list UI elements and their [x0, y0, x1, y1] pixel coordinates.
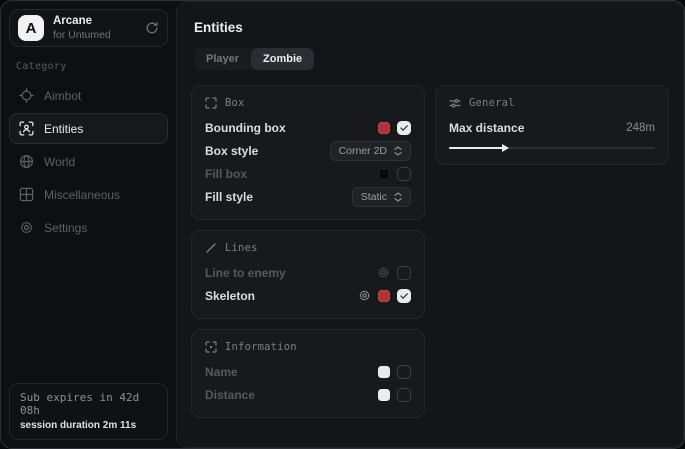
- grid-icon: [19, 187, 34, 202]
- setting-row: Fill style Static: [205, 185, 411, 208]
- setting-row: Skeleton: [205, 284, 411, 307]
- sidebar-nav: Aimbot Entities World: [9, 80, 168, 243]
- checkbox[interactable]: [397, 121, 411, 135]
- setting-row: Max distance 248m: [449, 116, 655, 139]
- sidebar-item-label: Aimbot: [44, 89, 81, 103]
- sidebar-item-settings[interactable]: Settings: [9, 212, 168, 243]
- scan-icon: [205, 341, 217, 353]
- fill-style-dropdown[interactable]: Static: [352, 187, 411, 207]
- card-title: Information: [225, 341, 297, 353]
- app-logo: A: [18, 15, 44, 41]
- chevron-up-down-icon: [394, 192, 402, 202]
- app-logo-card: A Arcane for Untumed: [9, 9, 168, 47]
- setting-label: Line to enemy: [205, 266, 286, 280]
- main-panel: Entities Player Zombie Box: [176, 1, 684, 448]
- sidebar-item-world[interactable]: World: [9, 146, 168, 177]
- gear-icon: [19, 220, 34, 235]
- dropdown-value: Corner 2D: [339, 145, 387, 157]
- sidebar-item-aimbot[interactable]: Aimbot: [9, 80, 168, 111]
- setting-row: Distance: [205, 383, 411, 406]
- checkbox[interactable]: [397, 388, 411, 402]
- sidebar-item-label: World: [44, 155, 75, 169]
- entities-icon: [19, 121, 34, 136]
- sidebar-item-entities[interactable]: Entities: [9, 113, 168, 144]
- checkbox[interactable]: [397, 289, 411, 303]
- general-card: General Max distance 248m: [435, 85, 669, 165]
- sidebar-item-miscellaneous[interactable]: Miscellaneous: [9, 179, 168, 210]
- setting-label: Distance: [205, 388, 255, 402]
- session-duration-text: session duration 2m 11s: [20, 420, 157, 431]
- color-swatch[interactable]: [378, 122, 390, 134]
- card-title: Box: [225, 97, 245, 109]
- sub-expires-text: Sub expires in 42d 08h: [20, 391, 157, 417]
- chevron-up-down-icon: [394, 146, 402, 156]
- max-distance-slider[interactable]: [449, 143, 655, 153]
- row-settings-gear-icon[interactable]: [377, 266, 390, 279]
- card-title: General: [469, 97, 515, 109]
- setting-label: Bounding box: [205, 121, 286, 135]
- setting-label: Max distance: [449, 121, 524, 135]
- setting-row: Line to enemy: [205, 261, 411, 284]
- sliders-icon: [449, 97, 461, 109]
- dropdown-value: Static: [361, 191, 387, 203]
- globe-icon: [19, 154, 34, 169]
- color-swatch[interactable]: [378, 389, 390, 401]
- sidebar-item-label: Settings: [44, 221, 87, 235]
- setting-label: Fill style: [205, 190, 253, 204]
- lines-card: Lines Line to enemy: [191, 230, 425, 319]
- color-swatch[interactable]: [378, 168, 390, 180]
- row-settings-gear-icon[interactable]: [358, 289, 371, 302]
- box-card: Box Bounding box Box style Corner 2D: [191, 85, 425, 220]
- box-style-dropdown[interactable]: Corner 2D: [330, 141, 411, 161]
- setting-row: Name: [205, 360, 411, 383]
- tab-zombie[interactable]: Zombie: [251, 48, 314, 70]
- setting-row: Fill box: [205, 162, 411, 185]
- slider-fill: [449, 147, 503, 149]
- line-icon: [205, 242, 217, 254]
- sidebar: A Arcane for Untumed Category Aimbot: [1, 1, 176, 448]
- page-title: Entities: [194, 20, 669, 35]
- setting-row: Bounding box: [205, 116, 411, 139]
- crosshair-icon: [19, 88, 34, 103]
- color-swatch[interactable]: [378, 366, 390, 378]
- tab-player[interactable]: Player: [194, 48, 251, 70]
- settings-content: Box Bounding box Box style Corner 2D: [191, 85, 669, 418]
- checkbox[interactable]: [397, 266, 411, 280]
- setting-label: Fill box: [205, 167, 247, 181]
- checkbox[interactable]: [397, 167, 411, 181]
- app-subtitle: for Untumed: [53, 29, 136, 41]
- information-card: Information Name Distance: [191, 329, 425, 418]
- entity-tabs: Player Zombie: [194, 48, 314, 70]
- max-distance-value: 248m: [626, 122, 655, 134]
- setting-label: Name: [205, 365, 238, 379]
- sidebar-item-label: Miscellaneous: [44, 188, 120, 202]
- setting-label: Skeleton: [205, 289, 255, 303]
- setting-row: Box style Corner 2D: [205, 139, 411, 162]
- setting-label: Box style: [205, 144, 258, 158]
- sync-icon[interactable]: [145, 21, 159, 35]
- app-window: A Arcane for Untumed Category Aimbot: [0, 0, 685, 449]
- subscription-info: Sub expires in 42d 08h session duration …: [9, 383, 168, 440]
- sidebar-item-label: Entities: [44, 122, 83, 136]
- card-title: Lines: [225, 242, 258, 254]
- color-swatch[interactable]: [378, 290, 390, 302]
- app-name: Arcane: [53, 15, 136, 28]
- category-label: Category: [16, 61, 162, 72]
- box-frame-icon: [205, 97, 217, 109]
- checkbox[interactable]: [397, 365, 411, 379]
